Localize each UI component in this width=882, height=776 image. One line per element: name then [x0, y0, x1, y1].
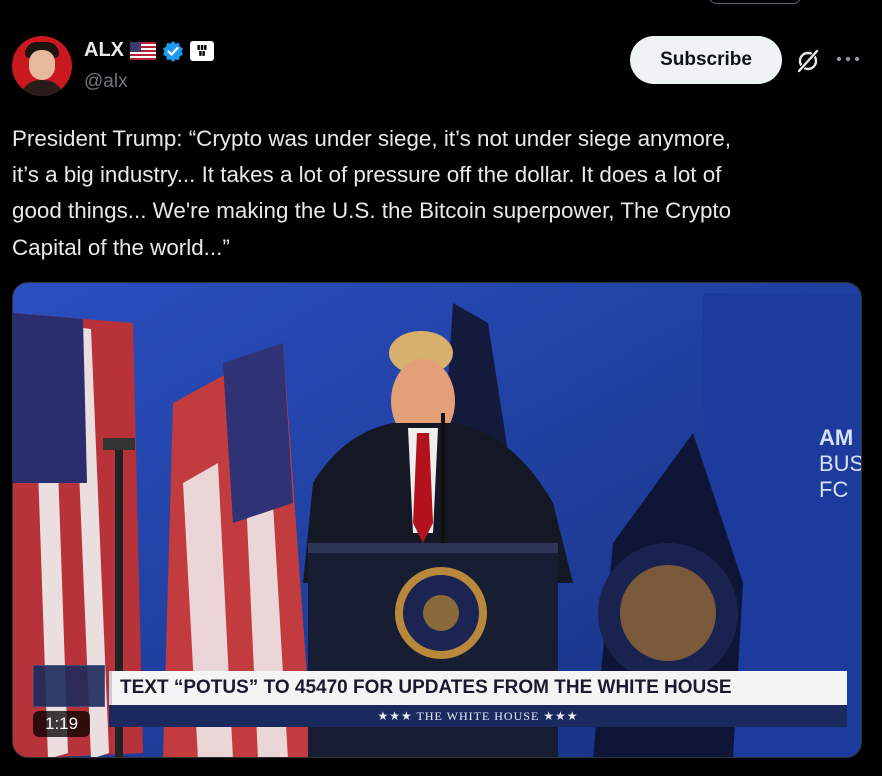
- author-row: ALX ▮▮▮ ▮▮: [84, 39, 214, 62]
- video-player[interactable]: AM BUS FC TEXT “POTUS” TO 45470 FOR UPDA…: [12, 282, 862, 758]
- author-handle[interactable]: @alx: [84, 71, 128, 93]
- grok-icon[interactable]: [796, 49, 820, 73]
- affiliate-badge-icon: ▮▮▮ ▮▮: [190, 40, 214, 61]
- verified-badge-icon: [163, 40, 183, 62]
- author-name[interactable]: ALX: [84, 39, 124, 62]
- backdrop-line: FC: [819, 477, 849, 502]
- video-duration: 1:19: [33, 711, 91, 737]
- us-flag-icon: [130, 41, 156, 60]
- lower-third-subbanner: ★★★ THE WHITE HOUSE ★★★: [109, 705, 847, 727]
- more-icon[interactable]: [836, 56, 860, 62]
- lower-third-banner: TEXT “POTUS” TO 45470 FOR UPDATES FROM T…: [109, 671, 847, 705]
- subscribe-button[interactable]: Subscribe: [630, 36, 782, 84]
- tweet-text: President Trump: “Crypto was under siege…: [12, 126, 732, 260]
- backdrop-line: AM: [819, 425, 854, 450]
- avatar[interactable]: [12, 36, 72, 96]
- backdrop-text: AM BUS FC: [819, 425, 862, 503]
- broadcast-logo: [33, 665, 105, 707]
- top-button-edge: [708, 0, 802, 4]
- backdrop-line: BUS: [819, 451, 862, 476]
